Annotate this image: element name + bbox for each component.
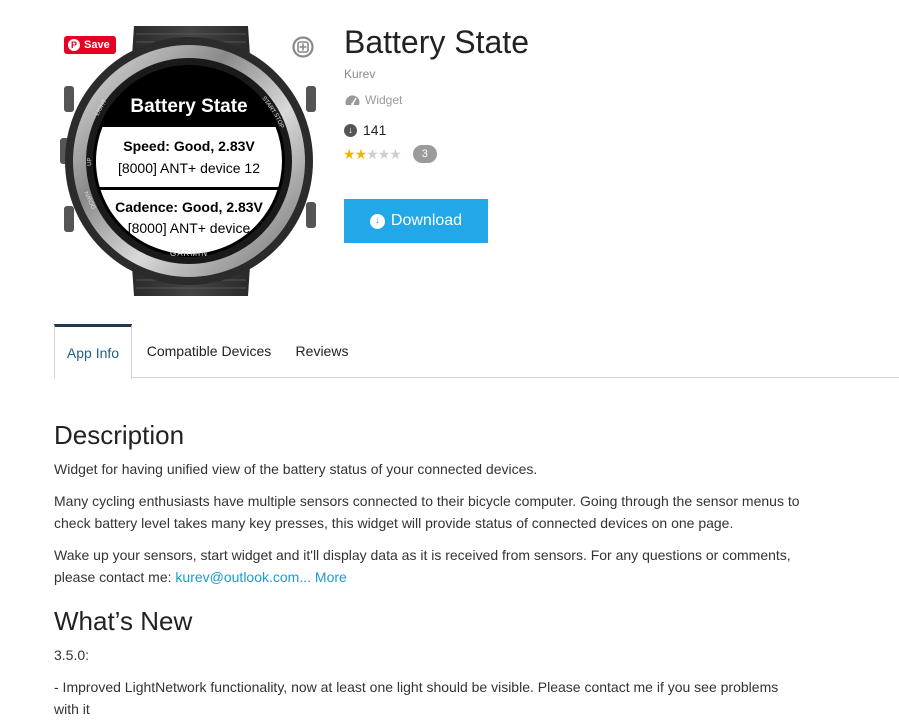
bezel-label-up: UP <box>87 158 93 167</box>
download-icon: ↓ <box>369 213 385 229</box>
app-title: Battery State <box>344 24 529 60</box>
description-paragraph-1: Widget for having unified view of the ba… <box>54 461 538 477</box>
watch-title: Battery State <box>130 96 247 117</box>
app-author[interactable]: Kurev <box>344 67 375 81</box>
pinterest-icon: P <box>68 39 80 51</box>
app-screenshot[interactable]: P Save Battery State Speed: Good, 2.83V … <box>56 26 320 296</box>
star-icon: ★ <box>377 146 391 162</box>
watch-row1-line1: Speed: Good, 2.83V <box>123 138 255 154</box>
rating: ★★★★★ 3 <box>343 145 437 163</box>
download-count-value: 141 <box>363 122 387 138</box>
rating-stars: ★★★★★ <box>343 146 402 162</box>
tab-app-info[interactable]: App Info <box>54 324 132 379</box>
watch-brand: GARMIN <box>170 249 208 258</box>
watch-row2-line1: Cadence: Good, 2.83V <box>115 199 263 215</box>
download-button[interactable]: ↓ Download <box>344 199 488 243</box>
star-icon: ★ <box>343 146 356 162</box>
whats-new-version: 3.5.0: <box>54 647 90 663</box>
watch-row2-line2: [8000] ANT+ device <box>128 220 251 236</box>
watch-row1-line2: [8000] ANT+ device 12 <box>118 160 260 176</box>
pinterest-save-label: Save <box>84 39 110 51</box>
star-icon: ★ <box>389 146 402 162</box>
watch-image: Battery State Speed: Good, 2.83V [8000] … <box>60 26 316 296</box>
review-count-badge[interactable]: 3 <box>412 145 437 163</box>
tab-bar: App Info Compatible Devices Reviews <box>54 324 899 379</box>
contact-email-link[interactable]: kurev@outlook.com <box>175 569 299 585</box>
more-link[interactable]: More <box>315 569 347 585</box>
tab-compatible-devices[interactable]: Compatible Devices <box>144 324 274 378</box>
description-heading: Description <box>54 420 185 450</box>
whats-new-note: - Improved LightNetwork functionality, n… <box>54 679 779 717</box>
star-icon: ★ <box>354 146 368 162</box>
app-type: Widget <box>344 93 402 107</box>
download-button-label: Download <box>390 212 463 229</box>
star-icon: ★ <box>366 146 379 162</box>
ellipsis: ... <box>299 569 312 585</box>
widget-icon <box>345 95 360 106</box>
download-count: ↓ 141 <box>344 122 386 138</box>
description-paragraph-3: Wake up your sensors, start widget and i… <box>54 544 814 588</box>
description-paragraph-2: Many cycling enthusiasts have multiple s… <box>54 493 800 531</box>
description-paragraph-3-text: Wake up your sensors, start widget and i… <box>54 547 791 585</box>
whats-new-heading: What’s New <box>54 606 193 636</box>
tab-reviews[interactable]: Reviews <box>292 324 352 378</box>
app-type-label: Widget <box>365 93 403 107</box>
pinterest-save-button[interactable]: P Save <box>64 36 116 54</box>
zoom-icon[interactable] <box>292 36 314 58</box>
download-count-icon: ↓ <box>344 123 357 137</box>
